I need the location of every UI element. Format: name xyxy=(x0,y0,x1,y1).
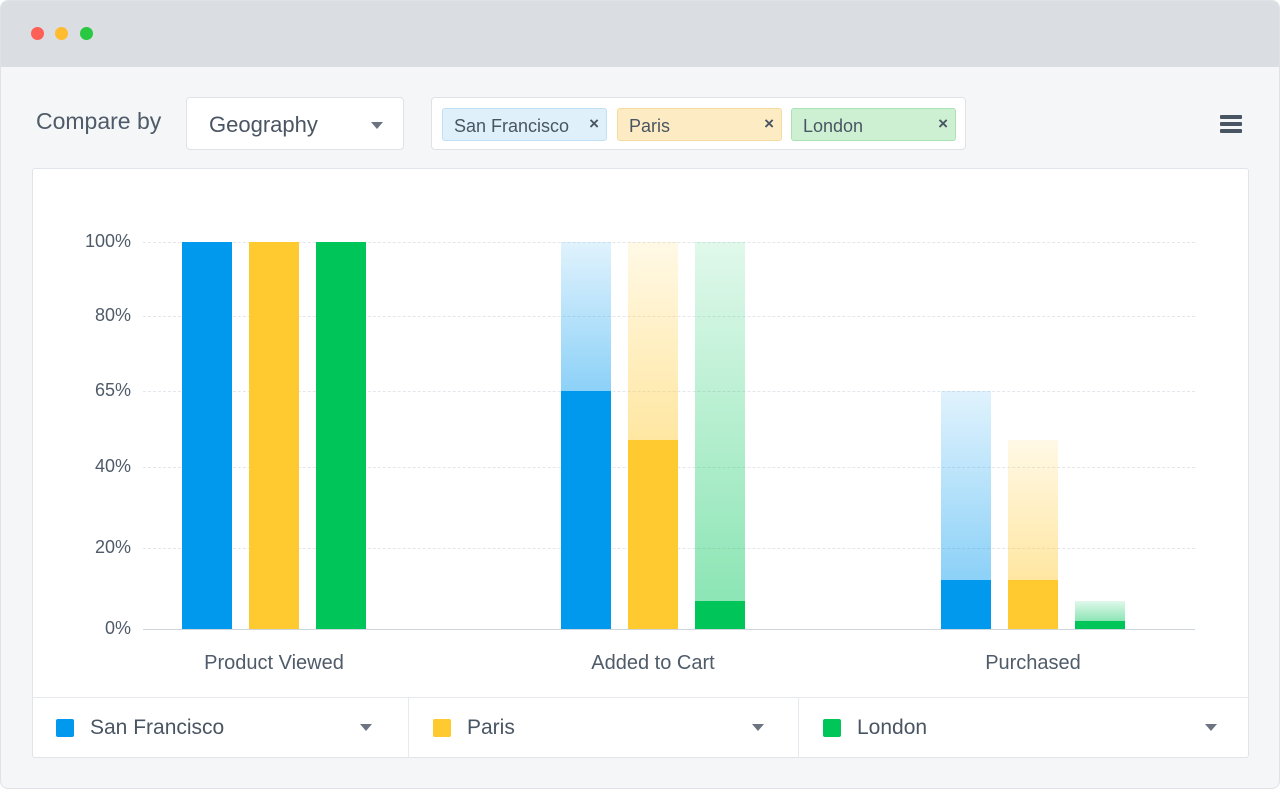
legend-label: London xyxy=(857,716,927,740)
bar-conversion[interactable] xyxy=(249,242,299,629)
legend-swatch xyxy=(56,719,74,737)
y-tick-label: 100% xyxy=(61,231,131,252)
chip-label: San Francisco xyxy=(454,116,569,137)
bar-conversion[interactable] xyxy=(941,580,991,629)
chip-label: London xyxy=(803,116,863,137)
bar-conversion[interactable] xyxy=(695,601,745,629)
legend-item-san-francisco[interactable]: San Francisco xyxy=(32,698,408,758)
compare-by-dropdown[interactable]: Geography xyxy=(186,97,404,150)
chevron-down-icon[interactable] xyxy=(1205,724,1217,731)
segment-filter[interactable]: San Francisco × Paris × London × xyxy=(431,97,966,150)
x-category-label: Added to Cart xyxy=(543,652,763,675)
bar-dropoff[interactable] xyxy=(628,242,678,440)
chevron-down-icon xyxy=(371,122,383,129)
chip-san-francisco[interactable]: San Francisco × xyxy=(442,108,607,141)
maximize-window-button[interactable] xyxy=(80,27,93,40)
y-tick-label: 40% xyxy=(61,456,131,477)
bar-dropoff[interactable] xyxy=(1075,601,1125,621)
bar-conversion[interactable] xyxy=(1075,621,1125,629)
legend-item-paris[interactable]: Paris xyxy=(408,698,798,758)
close-icon[interactable]: × xyxy=(589,114,599,134)
chip-label: Paris xyxy=(629,116,670,137)
bar-dropoff[interactable] xyxy=(1008,440,1058,581)
y-tick-label: 20% xyxy=(61,537,131,558)
close-window-button[interactable] xyxy=(31,27,44,40)
legend-bar: San Francisco Paris London xyxy=(32,697,1249,758)
bar-conversion[interactable] xyxy=(561,391,611,629)
bar-dropoff[interactable] xyxy=(695,242,745,601)
legend-swatch xyxy=(823,719,841,737)
legend-label: San Francisco xyxy=(90,716,224,740)
y-tick-label: 80% xyxy=(61,305,131,326)
chip-paris[interactable]: Paris × xyxy=(617,108,782,141)
app-window: Compare by Geography San Francisco × Par… xyxy=(0,0,1280,789)
close-icon[interactable]: × xyxy=(764,114,774,134)
bar-conversion[interactable] xyxy=(628,440,678,629)
y-tick-label: 65% xyxy=(61,380,131,401)
bar-dropoff[interactable] xyxy=(941,391,991,580)
bar-conversion[interactable] xyxy=(182,242,232,629)
compare-by-label: Compare by xyxy=(36,108,161,135)
bar-conversion[interactable] xyxy=(316,242,366,629)
legend-item-london[interactable]: London xyxy=(798,698,1249,758)
legend-swatch xyxy=(433,719,451,737)
x-category-label: Purchased xyxy=(923,652,1143,675)
hamburger-menu-icon[interactable] xyxy=(1220,115,1242,133)
minimize-window-button[interactable] xyxy=(55,27,68,40)
compare-by-value: Geography xyxy=(209,112,318,138)
chevron-down-icon[interactable] xyxy=(360,724,372,731)
legend-label: Paris xyxy=(467,716,515,740)
bar-dropoff[interactable] xyxy=(561,242,611,391)
close-icon[interactable]: × xyxy=(938,114,948,134)
chip-london[interactable]: London × xyxy=(791,108,956,141)
y-tick-label: 0% xyxy=(61,618,131,639)
bar-conversion[interactable] xyxy=(1008,580,1058,629)
title-bar xyxy=(1,1,1280,67)
x-category-label: Product Viewed xyxy=(164,652,384,675)
x-axis-line xyxy=(143,629,1195,630)
chevron-down-icon[interactable] xyxy=(752,724,764,731)
